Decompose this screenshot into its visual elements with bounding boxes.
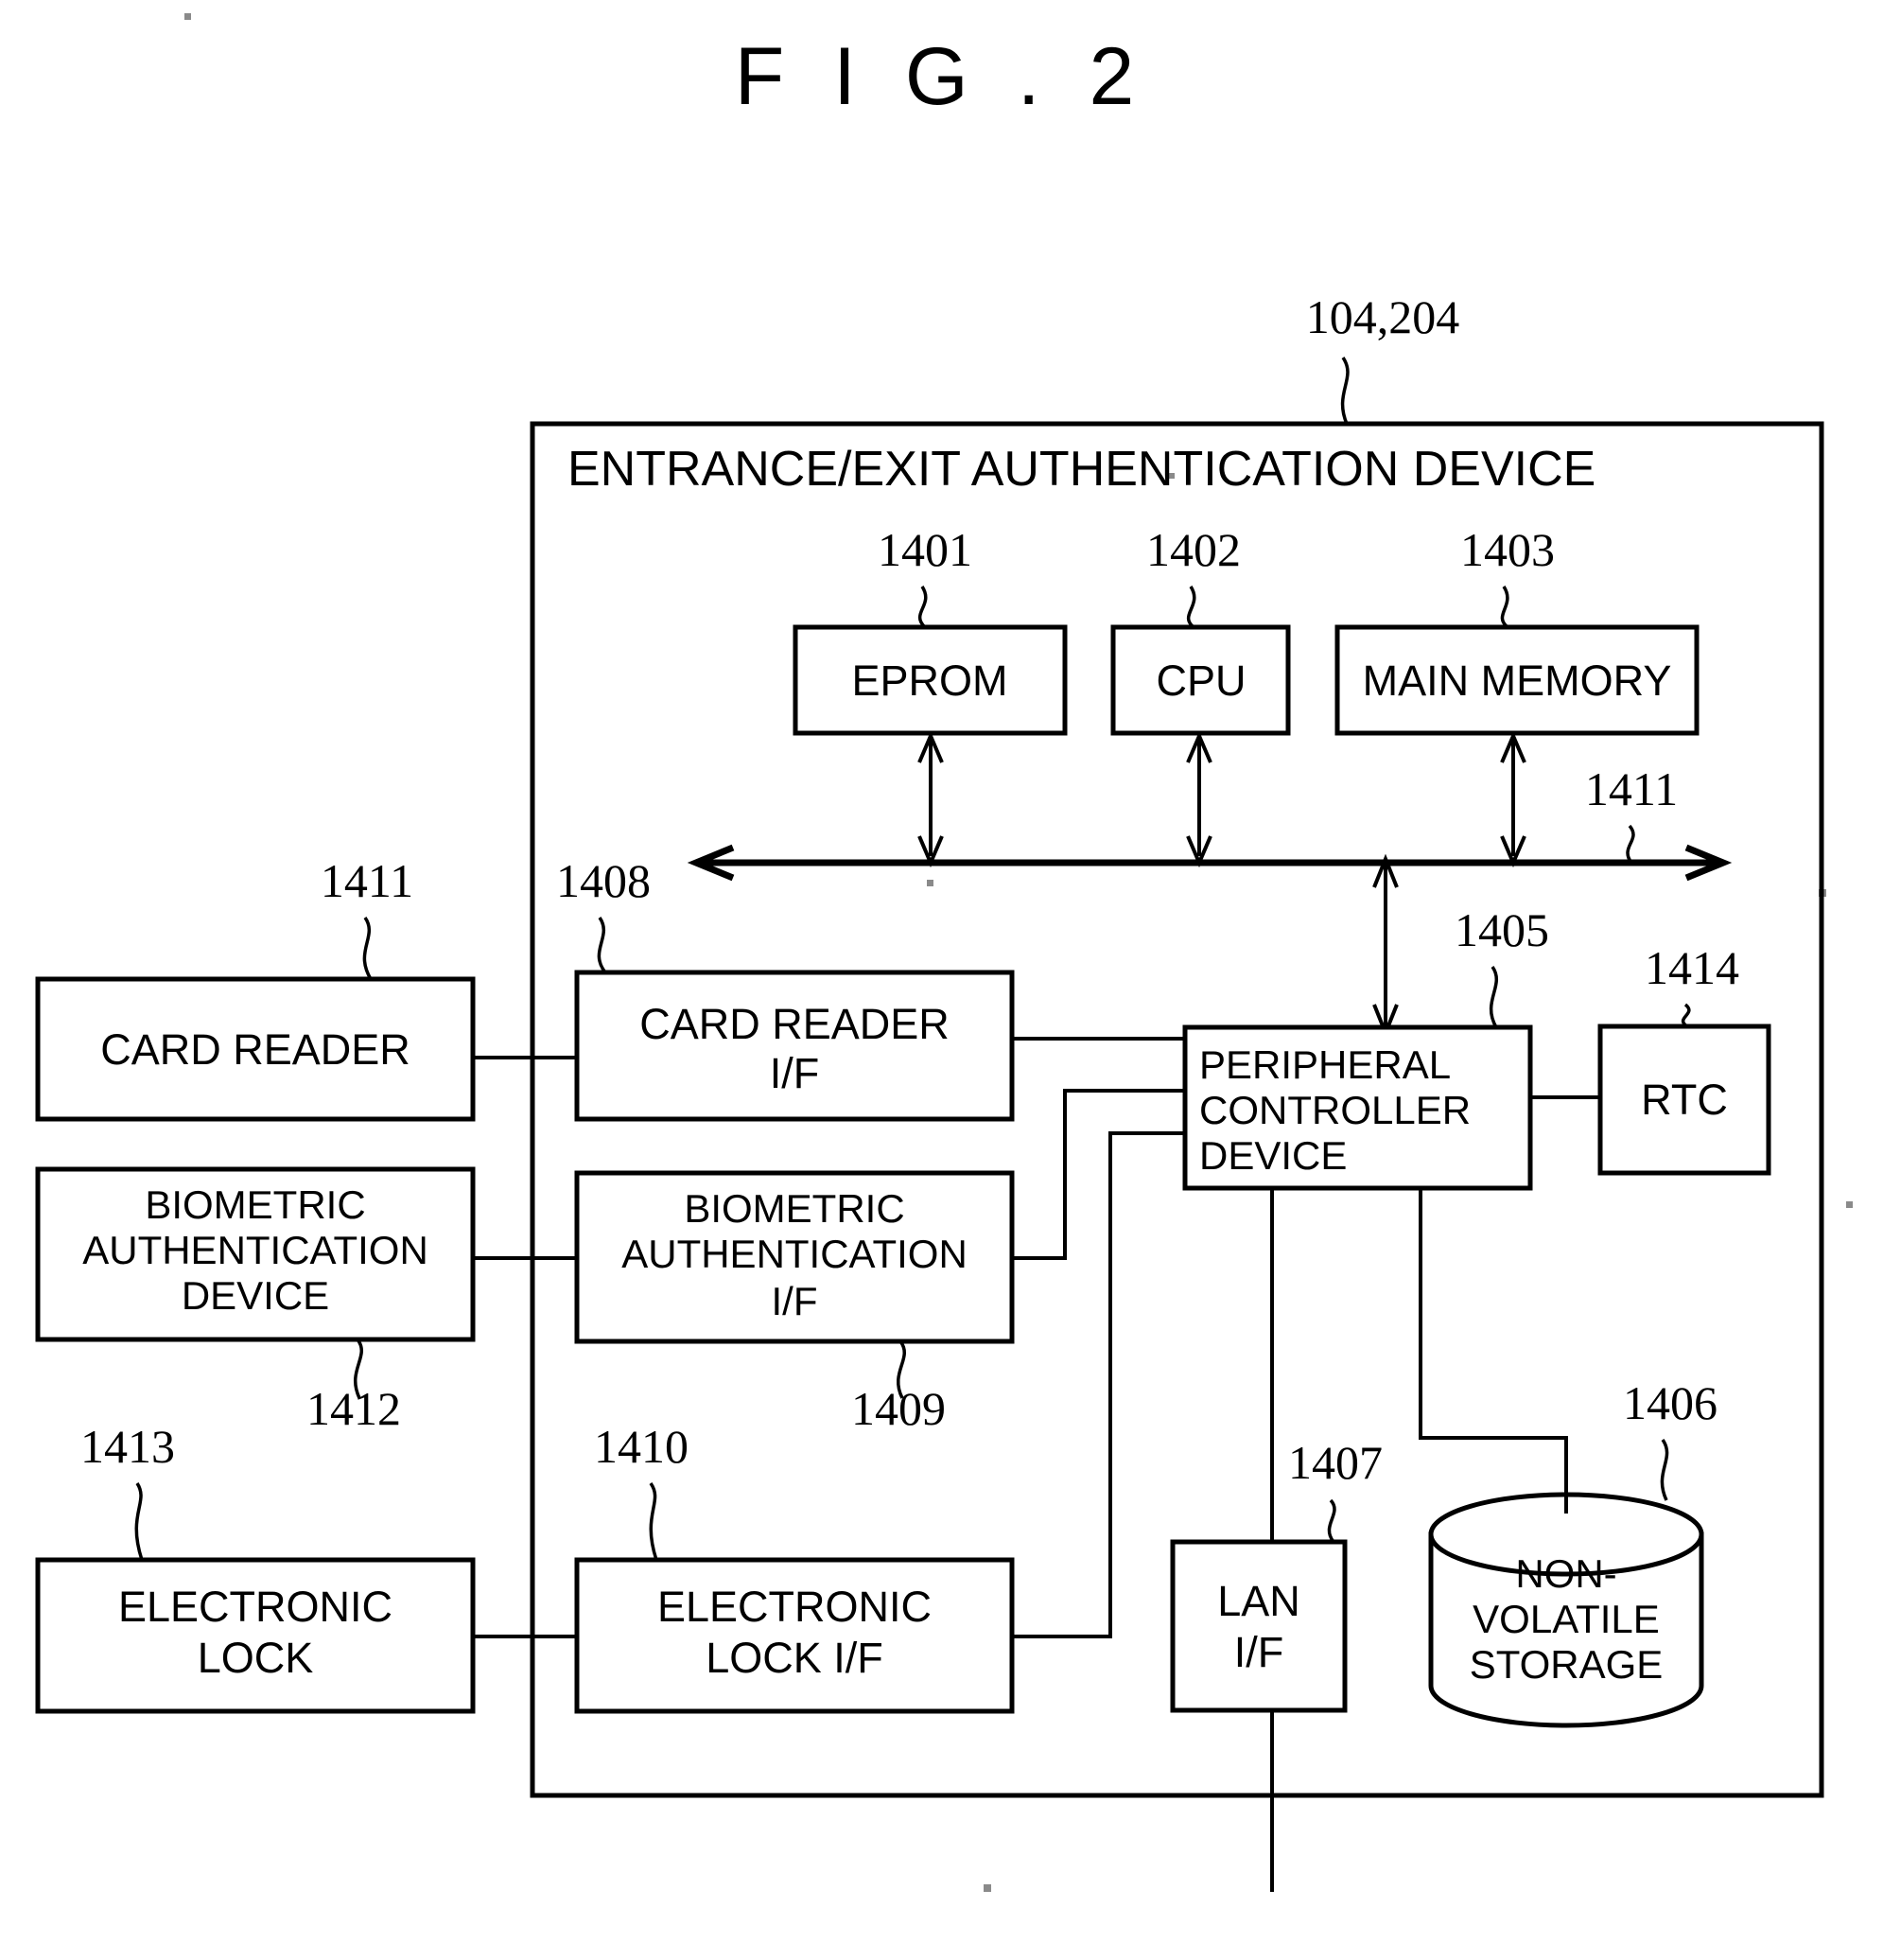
leader-line-1402 <box>1186 586 1196 629</box>
ref-1412: 1412 <box>306 1382 401 1435</box>
block-cpu-label: CPU <box>1156 656 1246 705</box>
ref-104-204: 104,204 <box>1306 290 1460 343</box>
block-nonvolatile-storage-label-3: STORAGE <box>1470 1642 1664 1687</box>
block-biometric-device-label-1: BIOMETRIC <box>145 1182 365 1227</box>
patent-figure: F I G . 2 104,204 ENTRANCE/EXIT AUTHENTI… <box>0 0 1883 1960</box>
wire-electronic-lock-if-to-peripheral <box>1012 1131 1185 1638</box>
block-lan-if <box>1170 1539 1348 1713</box>
ref-1411-bus: 1411 <box>1585 762 1678 815</box>
arrow-main-memory-to-bus <box>1500 730 1526 868</box>
block-nonvolatile-storage-label-2: VOLATILE <box>1473 1597 1660 1641</box>
ref-1410: 1410 <box>594 1420 689 1473</box>
block-card-reader-if-label-2: I/F <box>770 1049 820 1097</box>
block-electronic-lock-label-2: LOCK <box>198 1634 314 1682</box>
scan-speck <box>984 1884 991 1892</box>
block-nonvolatile-storage-label-1: NON- <box>1515 1551 1616 1596</box>
ref-1402: 1402 <box>1146 523 1241 576</box>
ref-1408: 1408 <box>556 854 651 907</box>
block-biometric-device-label-3: DEVICE <box>182 1273 329 1318</box>
leader-line-1411-bus <box>1626 824 1635 865</box>
block-card-reader-label: CARD READER <box>100 1025 410 1074</box>
block-peripheral-controller-label-2: CONTROLLER <box>1199 1088 1471 1132</box>
block-peripheral-controller-label-1: PERIPHERAL <box>1199 1042 1451 1087</box>
leader-line-1410 <box>649 1481 658 1561</box>
block-lan-if-label-1: LAN <box>1217 1577 1300 1625</box>
device-title: ENTRANCE/EXIT AUTHENTICATION DEVICE <box>567 442 1595 497</box>
wire-peripheral-to-storage <box>1419 1188 1568 1514</box>
block-electronic-lock-label-1: ELECTRONIC <box>118 1583 392 1631</box>
leader-line-1407 <box>1327 1498 1336 1544</box>
arrow-cpu-to-bus <box>1186 730 1212 868</box>
block-electronic-lock-if-label-1: ELECTRONIC <box>657 1583 932 1631</box>
scan-speck <box>1846 1201 1853 1208</box>
block-biometric-device-label-2: AUTHENTICATION <box>82 1228 428 1272</box>
block-lan-if-label-2: I/F <box>1234 1628 1284 1676</box>
block-peripheral-controller-label-3: DEVICE <box>1199 1133 1347 1178</box>
block-main-memory-label: MAIN MEMORY <box>1363 656 1672 705</box>
scan-speck <box>927 880 933 886</box>
leader-line-1403 <box>1500 586 1509 629</box>
leader-line-1401 <box>917 586 928 629</box>
block-biometric-if-label-3: I/F <box>772 1279 818 1323</box>
ref-1407: 1407 <box>1288 1436 1383 1489</box>
block-electronic-lock-if-label-2: LOCK I/F <box>706 1634 883 1682</box>
scan-speck <box>184 13 191 20</box>
block-diagram-canvas: F I G . 2 104,204 ENTRANCE/EXIT AUTHENTI… <box>35 13 1853 1892</box>
block-biometric-if-label-2: AUTHENTICATION <box>621 1232 968 1276</box>
block-biometric-if-label-1: BIOMETRIC <box>684 1186 904 1231</box>
ref-1401: 1401 <box>878 523 972 576</box>
leader-line-1411-card-reader <box>362 916 373 980</box>
ref-1403: 1403 <box>1460 523 1555 576</box>
ref-1406: 1406 <box>1623 1376 1717 1429</box>
leader-line-1414 <box>1681 1003 1691 1028</box>
block-rtc-label: RTC <box>1641 1076 1728 1124</box>
leader-line-104-204 <box>1340 357 1350 425</box>
ref-1414: 1414 <box>1645 941 1739 994</box>
block-eprom-label: EPROM <box>851 656 1007 705</box>
system-bus <box>687 844 1733 882</box>
arrow-eprom-to-bus <box>917 730 944 868</box>
arrow-bus-to-peripheral-controller <box>1372 853 1399 1039</box>
block-card-reader-if-label-1: CARD READER <box>639 1000 950 1048</box>
figure-title: F I G . 2 <box>735 31 1148 122</box>
ref-1411-card-reader: 1411 <box>321 854 413 907</box>
ref-1413: 1413 <box>80 1420 175 1473</box>
wire-biometric-if-to-peripheral <box>1012 1089 1185 1260</box>
leader-line-1406 <box>1660 1438 1669 1501</box>
leader-line-1413 <box>134 1482 144 1561</box>
leader-line-1408 <box>597 916 607 974</box>
ref-1405: 1405 <box>1455 903 1549 956</box>
leader-line-1405 <box>1489 965 1499 1028</box>
